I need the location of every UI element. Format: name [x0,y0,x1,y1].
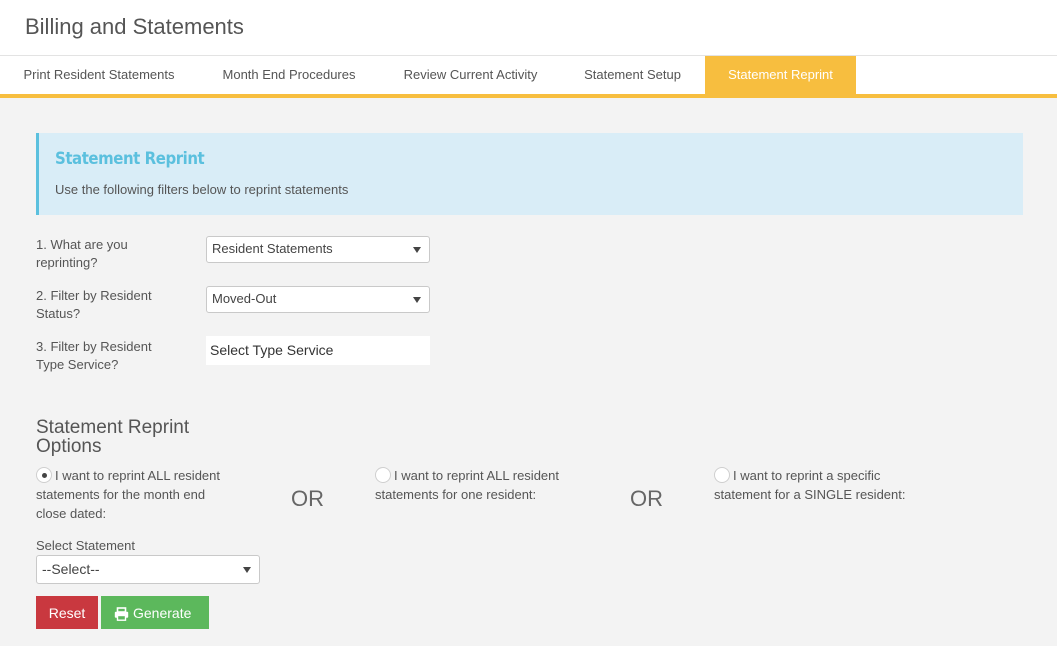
or-separator: OR [630,486,663,511]
tab-print-resident-statements[interactable]: Print Resident Statements [0,56,198,94]
chevron-down-icon [243,567,251,573]
reprinting-type-select[interactable]: Resident Statements [206,236,430,263]
reprinting-type-value: Resident Statements [212,241,333,256]
chevron-down-icon [413,247,421,253]
option-all-month-end-label-line3: close dated: [36,506,107,521]
filter-reprinting-label: 1. What are you reprinting? [36,236,186,272]
generate-button[interactable]: Generate [101,596,209,629]
tab-statement-setup[interactable]: Statement Setup [561,56,704,94]
option-all-month-end-label-line2: statements for the month end [36,487,206,502]
filter-reprinting-label-line1: 1. What are you [36,237,128,252]
option-single-statement-label-line2: statement for a SINGLE resident: [714,487,906,502]
option-single-statement-label-line1: I want to reprint a specific [733,468,881,483]
filter-type-service-label-line2: Type Service? [36,357,119,372]
filter-status-label-line2: Status? [36,306,81,321]
filter-status-label: 2. Filter by Resident Status? [36,287,186,323]
select-statement-label: Select Statement [36,538,135,553]
select-statement-value: --Select-- [42,561,100,577]
reprint-options-title-line2: Options [36,436,102,457]
option-all-one-resident[interactable]: I want to reprint ALL resident statement… [375,466,595,504]
reprint-options-title-line1: Statement Reprint [36,417,190,438]
reset-button[interactable]: Reset [36,596,98,629]
tab-statement-reprint[interactable]: Statement Reprint [705,56,856,94]
page-title: Billing and Statements [25,14,244,39]
option-single-statement-radio[interactable] [714,467,730,483]
chevron-down-icon [413,297,421,303]
or-separator: OR [291,486,324,511]
filter-status-label-line1: 2. Filter by Resident [36,288,152,303]
resident-status-value: Moved-Out [212,291,277,306]
option-all-one-resident-radio[interactable] [375,467,391,483]
option-all-one-resident-label-line1: I want to reprint ALL resident [394,468,560,483]
tab-review-current-activity[interactable]: Review Current Activity [380,56,561,94]
main-content: Statement Reprint Use the following filt… [0,98,1057,646]
filter-type-service-label-line1: 3. Filter by Resident [36,339,152,354]
info-box-text: Use the following filters below to repri… [55,182,349,197]
option-single-statement[interactable]: I want to reprint a specific statement f… [714,466,944,504]
filter-type-service-label: 3. Filter by Resident Type Service? [36,338,186,374]
generate-button-label: Generate [133,604,192,621]
tab-bar: Print Resident Statements Month End Proc… [0,56,1057,98]
select-statement-dropdown[interactable]: --Select-- [36,555,260,584]
option-all-month-end[interactable]: I want to reprint ALL resident statement… [36,466,256,523]
option-all-one-resident-label-line2: statements for one resident: [375,487,537,502]
reprint-options-title: Statement Reprint Options [36,418,236,456]
info-box-title: Statement Reprint [55,149,205,169]
page-header: Billing and Statements [0,0,1057,56]
option-all-month-end-label-line1: I want to reprint ALL resident [55,468,221,483]
tab-month-end-procedures[interactable]: Month End Procedures [198,56,380,94]
type-service-multiselect[interactable]: Select Type Service [206,336,430,365]
printer-icon [114,606,129,621]
resident-status-select[interactable]: Moved-Out [206,286,430,313]
option-all-month-end-radio[interactable] [36,467,52,483]
info-box: Statement Reprint Use the following filt… [36,133,1023,215]
filter-reprinting-label-line2: reprinting? [36,255,98,270]
